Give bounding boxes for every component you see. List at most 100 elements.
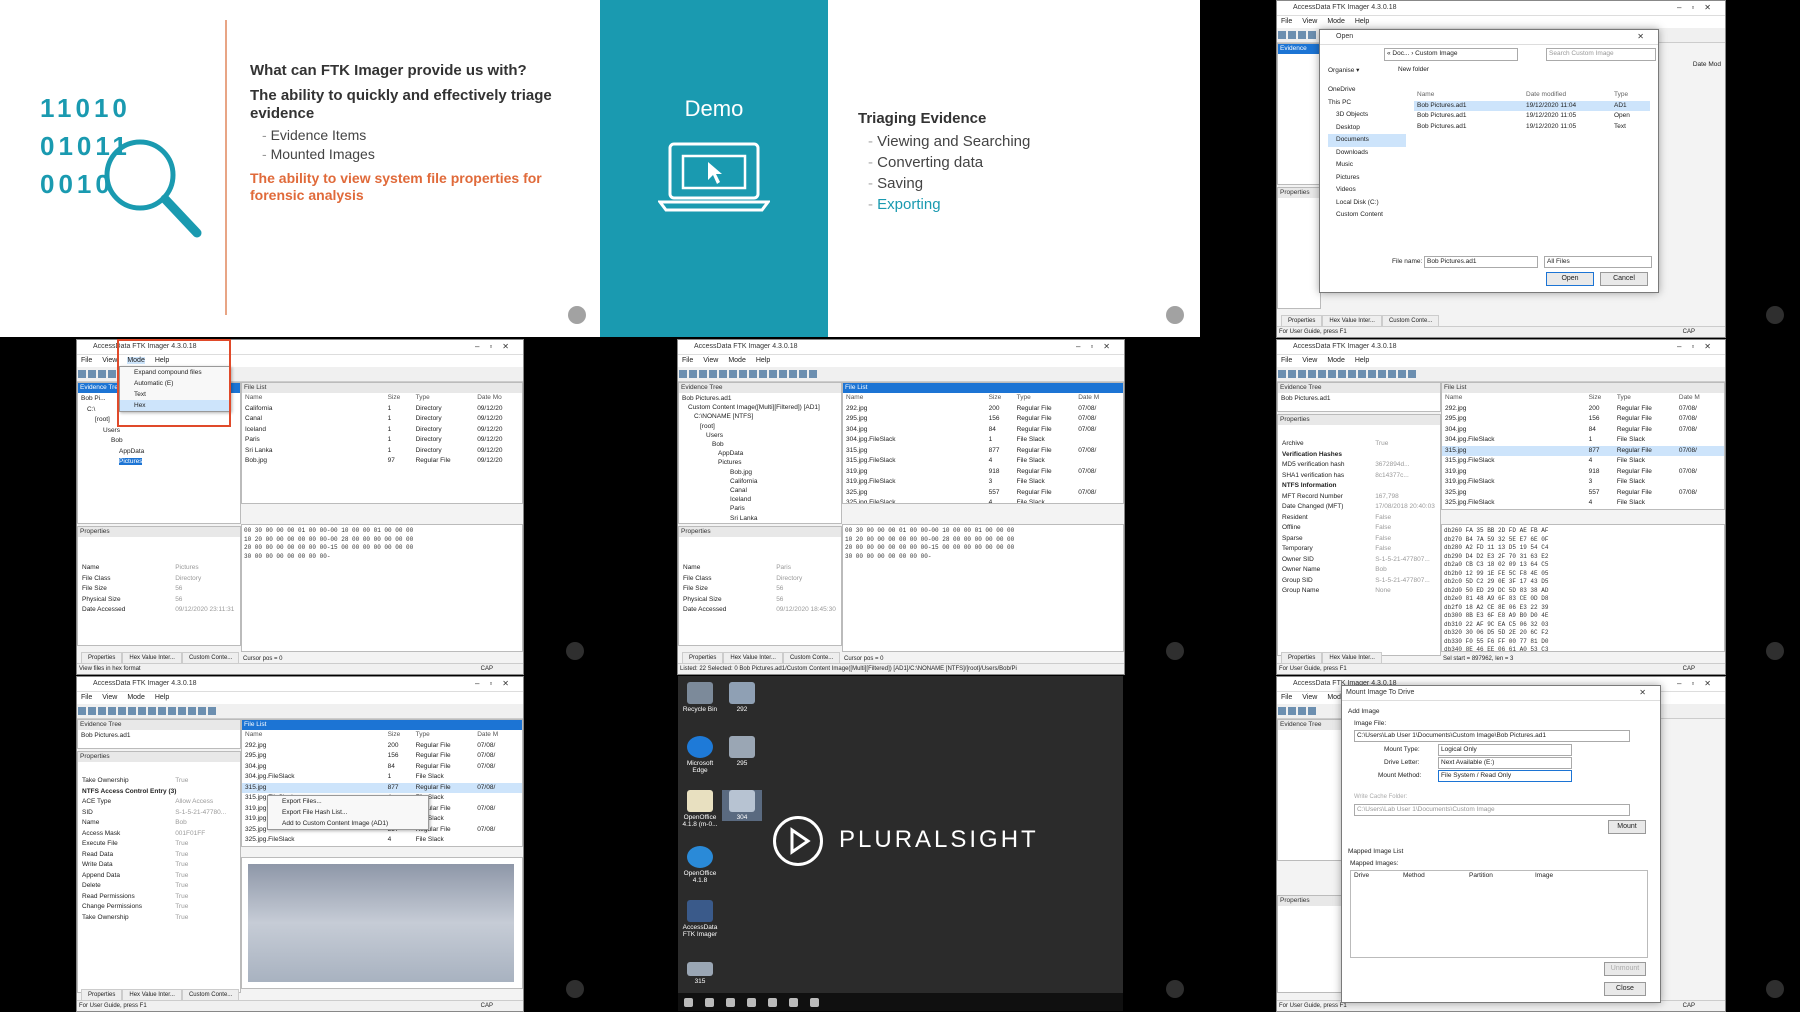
file-row[interactable]: 304.jpg.FileSlack 1 File Slack xyxy=(1442,435,1724,446)
play-icon[interactable] xyxy=(566,642,584,660)
menu-file[interactable]: File xyxy=(1281,357,1292,364)
menu-file[interactable]: File xyxy=(682,357,693,364)
play-icon[interactable] xyxy=(1166,980,1184,998)
tree-node[interactable]: Iceland xyxy=(682,495,838,504)
window-controls[interactable]: –▫✕ xyxy=(1677,340,1721,354)
menu-file[interactable]: File xyxy=(81,357,92,364)
menu-file[interactable]: File xyxy=(1281,694,1292,701)
desktop-icon[interactable]: 304 xyxy=(722,790,762,821)
col-name[interactable]: Name xyxy=(1417,91,1434,98)
desktop-icon[interactable]: 292 xyxy=(722,682,762,713)
file-row[interactable]: 295.jpg 156 Regular File 07/08/ xyxy=(242,751,522,762)
menu-help[interactable]: Help xyxy=(155,694,169,701)
file-row[interactable]: 325.jpg.FileSlack 4 File Slack xyxy=(843,498,1123,503)
file-row[interactable]: 315.jpg 877 Regular File 07/08/ xyxy=(1442,445,1724,456)
explorer-icon[interactable] xyxy=(789,998,798,1007)
edge-icon[interactable] xyxy=(768,998,777,1007)
tree-node[interactable]: Users xyxy=(682,431,838,440)
nav-item[interactable]: Music xyxy=(1328,159,1406,172)
menu-view[interactable]: View xyxy=(102,357,117,364)
image-file-input[interactable]: C:\Users\Lab User 1\Documents\Custom Ima… xyxy=(1354,730,1630,742)
menu-item-add-custom-content[interactable]: Add to Custom Content Image (AD1) xyxy=(268,818,428,829)
drive-letter-select[interactable]: Next Available (E:) xyxy=(1438,757,1572,769)
file-row[interactable]: 325.jpg557Regular File07/08/ xyxy=(1442,488,1724,499)
play-icon[interactable] xyxy=(1766,980,1784,998)
tree-node[interactable]: Bob.jpg xyxy=(682,468,838,477)
start-icon[interactable] xyxy=(684,998,693,1007)
file-row[interactable]: Bob Pictures.ad1 19/12/2020 11:05 Text xyxy=(1414,122,1650,133)
play-icon[interactable] xyxy=(1766,642,1784,660)
mapped-images-list[interactable]: Drive Method Partition Image xyxy=(1350,870,1648,958)
col-date[interactable]: Date Mo xyxy=(477,393,502,404)
close-icon[interactable]: ✕ xyxy=(1639,686,1656,700)
menu-mode[interactable]: Mode xyxy=(1327,357,1345,364)
file-row[interactable]: 292.jpg 200 Regular File 07/08/ xyxy=(242,741,522,752)
unmount-button[interactable]: Unmount xyxy=(1604,962,1646,976)
search-icon[interactable] xyxy=(705,998,714,1007)
nav-item[interactable]: Documents xyxy=(1328,134,1406,147)
menu-view[interactable]: View xyxy=(1302,694,1317,701)
file-row[interactable]: 304.jpg.FileSlack 1 File Slack xyxy=(242,772,522,783)
task-view-icon[interactable] xyxy=(747,998,756,1007)
tree-node[interactable]: California xyxy=(682,477,838,486)
tree-node[interactable]: Bob xyxy=(682,440,838,449)
menu-help[interactable]: Help xyxy=(1355,357,1369,364)
file-row[interactable]: 304.jpg 84 Regular File 07/08/ xyxy=(242,762,522,773)
file-row[interactable]: 319.jpg.FileSlack3File Slack xyxy=(843,477,1123,488)
menu-help[interactable]: Help xyxy=(756,357,770,364)
file-row[interactable]: 315.jpg.FileSlack4File Slack xyxy=(1442,456,1724,467)
play-icon[interactable] xyxy=(1166,306,1184,324)
tree-node[interactable]: Paris xyxy=(682,504,838,513)
tree-node[interactable]: AppData xyxy=(81,447,237,458)
file-row[interactable]: Bob.jpg 97 Regular File 09/12/20 xyxy=(242,456,522,467)
new-folder-button[interactable]: New folder xyxy=(1398,66,1429,73)
window-controls[interactable]: –▫✕ xyxy=(475,677,519,691)
file-row[interactable]: 325.jpg.FileSlack 4 File Slack xyxy=(1442,498,1724,509)
path-breadcrumb[interactable]: « Doc... › Custom Image xyxy=(1384,48,1518,61)
menu-file[interactable]: File xyxy=(1281,18,1292,25)
play-icon[interactable] xyxy=(1166,642,1184,660)
search-input[interactable]: Search Custom Image xyxy=(1546,48,1656,61)
menu-view[interactable]: View xyxy=(1302,18,1317,25)
cancel-button[interactable]: Cancel xyxy=(1600,272,1648,286)
ftk-icon[interactable] xyxy=(810,998,819,1007)
menu-help[interactable]: Help xyxy=(1355,18,1369,25)
nav-item[interactable]: This PC xyxy=(1328,97,1406,110)
play-icon[interactable] xyxy=(568,306,586,324)
desktop-icon[interactable]: Recycle Bin xyxy=(680,682,720,713)
nav-item[interactable]: Custom Content xyxy=(1328,209,1406,222)
file-row[interactable]: 315.jpg 877 Regular File 07/08/ xyxy=(843,446,1123,457)
menu-view[interactable]: View xyxy=(1302,357,1317,364)
tree-node[interactable]: [root] xyxy=(682,422,838,431)
nav-item[interactable]: Desktop xyxy=(1328,122,1406,135)
file-row[interactable]: 292.jpg 200 Regular File 07/08/ xyxy=(1442,404,1724,415)
hex-viewer[interactable]: db260 FA 35 BB 2D FD AE FB AF db270 B4 7… xyxy=(1441,524,1725,652)
file-row[interactable]: 295.jpg 156 Regular File 07/08/ xyxy=(843,414,1123,425)
file-row[interactable]: 295.jpg 156 Regular File 07/08/ xyxy=(1442,414,1724,425)
play-icon[interactable] xyxy=(566,980,584,998)
menu-file[interactable]: File xyxy=(81,694,92,701)
desktop-icon[interactable]: 315 xyxy=(680,962,720,985)
mount-button[interactable]: Mount xyxy=(1608,820,1646,834)
organise-button[interactable]: Organise ▾ xyxy=(1328,66,1359,74)
nav-item[interactable]: 3D Objects xyxy=(1328,109,1406,122)
menu-mode[interactable]: Mode xyxy=(127,694,145,701)
tree-node[interactable]: Bob Pictures.ad1 xyxy=(81,731,237,742)
window-controls[interactable]: –▫✕ xyxy=(475,340,519,354)
tree-node[interactable]: Bob Pictures.ad1 xyxy=(1281,394,1437,405)
tree-node[interactable]: Canal xyxy=(682,486,838,495)
hex-viewer[interactable]: 00 30 00 00 00 01 00 00-00 10 00 00 01 0… xyxy=(842,524,1124,652)
hex-viewer[interactable]: 00 30 00 00 00 01 00 00-00 10 00 00 01 0… xyxy=(241,524,523,652)
menu-view[interactable]: View xyxy=(703,357,718,364)
file-row[interactable]: 319.jpg.FileSlack3File Slack xyxy=(1442,477,1724,488)
play-icon[interactable] xyxy=(1766,306,1784,324)
window-controls[interactable]: –▫✕ xyxy=(1076,340,1120,354)
file-row[interactable]: 304.jpg.FileSlack 1 File Slack xyxy=(843,435,1123,446)
close-icon[interactable]: ✕ xyxy=(1637,30,1654,44)
file-row[interactable]: 292.jpg 200 Regular File 07/08/ xyxy=(843,404,1123,415)
col-name[interactable]: Name xyxy=(245,394,262,401)
open-button[interactable]: Open xyxy=(1546,272,1594,286)
desktop-icon[interactable]: OpenOffice 4.1.8 (m-0... xyxy=(680,790,720,828)
tree-node[interactable]: Pictures xyxy=(682,458,838,467)
file-row[interactable]: Bob Pictures.ad1 19/12/2020 11:04 AD1 xyxy=(1414,100,1650,111)
